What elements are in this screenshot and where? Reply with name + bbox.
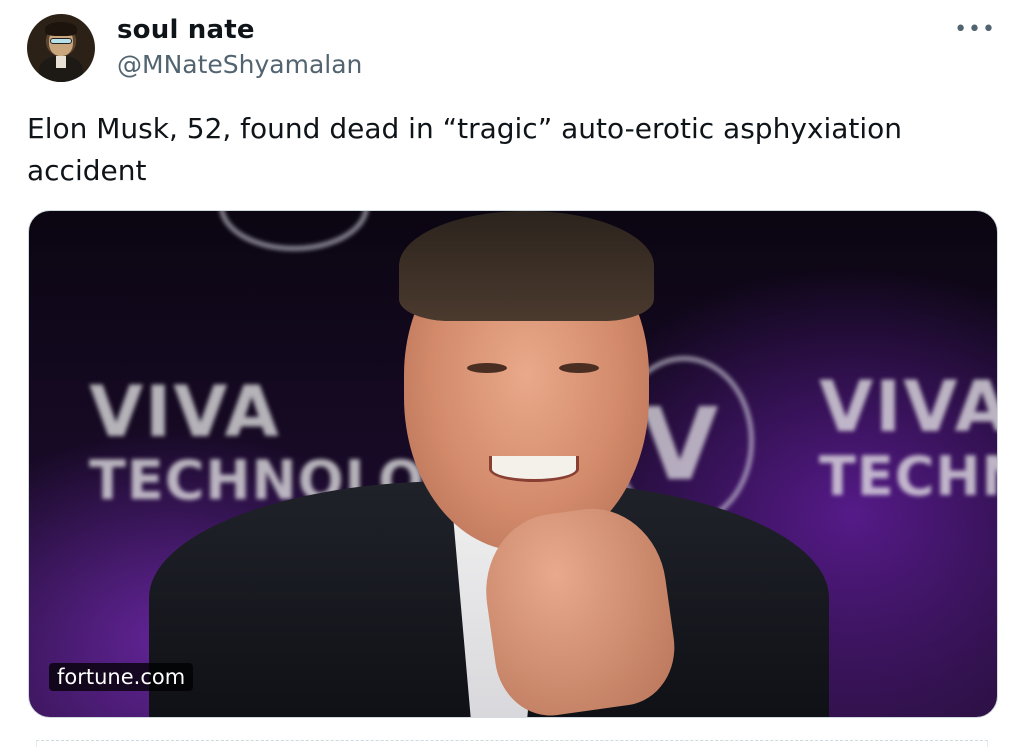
author-name[interactable]: soul nate <box>117 15 255 45</box>
avatar-hair <box>45 22 77 36</box>
next-card-edge <box>36 740 988 747</box>
tweet-header: soul nate @MNateShyamalan ••• <box>27 14 1002 84</box>
avatar-collar <box>56 56 66 68</box>
tweet-text: Elon Musk, 52, found dead in “tragic” au… <box>27 112 903 187</box>
photo-eye <box>559 363 599 373</box>
photo-mouth <box>489 456 579 482</box>
avatar[interactable] <box>27 14 95 82</box>
more-horizontal-icon[interactable]: ••• <box>954 18 996 42</box>
photo-hair <box>399 211 654 321</box>
avatar-glasses <box>50 38 72 44</box>
author-handle[interactable]: @MNateShyamalan <box>117 50 362 79</box>
link-source-label[interactable]: fortune.com <box>49 663 194 691</box>
tweet-media-card[interactable]: VIVA TECHNOLOG VIVA TECHN V fortune.com <box>28 210 998 718</box>
photo-subject <box>149 211 849 717</box>
photo-eye <box>467 363 507 373</box>
